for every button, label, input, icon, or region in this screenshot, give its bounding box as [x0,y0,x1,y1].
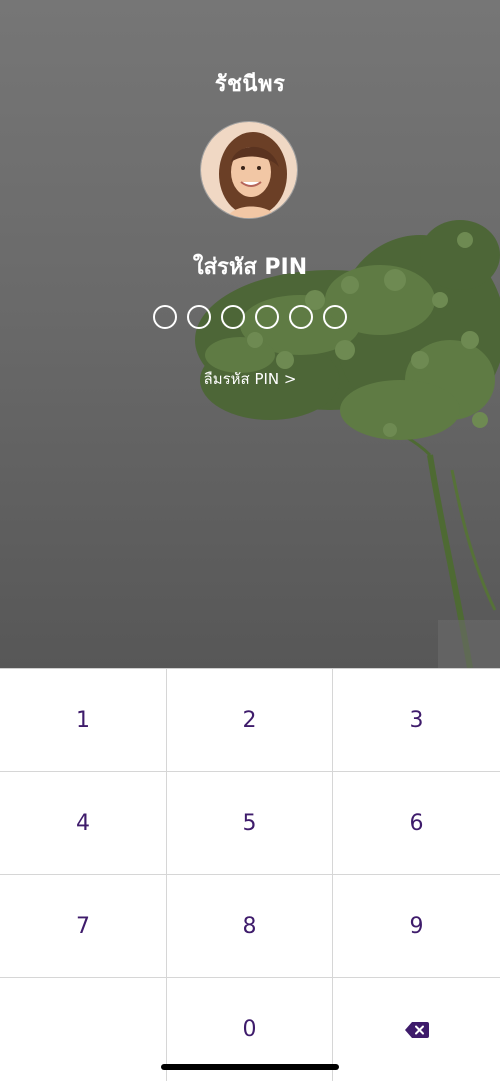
forgot-pin-link[interactable]: ลืมรหัส PIN > [0,367,500,391]
key-3[interactable]: 3 [333,669,500,772]
pin-dot [153,305,177,329]
key-4[interactable]: 4 [0,772,167,875]
pin-title: ใส่รหัส PIN [192,255,308,280]
key-7[interactable]: 7 [0,875,167,978]
pin-dot [323,305,347,329]
key-6[interactable]: 6 [333,772,500,875]
delete-key[interactable] [333,978,500,1081]
pin-dot [255,305,279,329]
pin-dot [289,305,313,329]
key-5[interactable]: 5 [167,772,333,875]
key-2[interactable]: 2 [167,669,333,772]
key-8[interactable]: 8 [167,875,333,978]
backspace-icon [404,1021,429,1038]
pin-dot [187,305,211,329]
avatar [200,121,298,219]
lock-screen-background: รัชนีพร ใส่รหัส PIN ลืมรหัส PIN > [0,0,500,668]
home-indicator [161,1064,339,1070]
avatar-photo [201,122,297,218]
numeric-keypad: 1 2 3 4 5 6 7 8 9 0 [0,668,500,1082]
key-empty [0,978,167,1081]
pin-dot [221,305,245,329]
key-1[interactable]: 1 [0,669,167,772]
key-9[interactable]: 9 [333,875,500,978]
pin-indicator [0,305,500,329]
user-name: รัชนีพร [214,72,286,97]
